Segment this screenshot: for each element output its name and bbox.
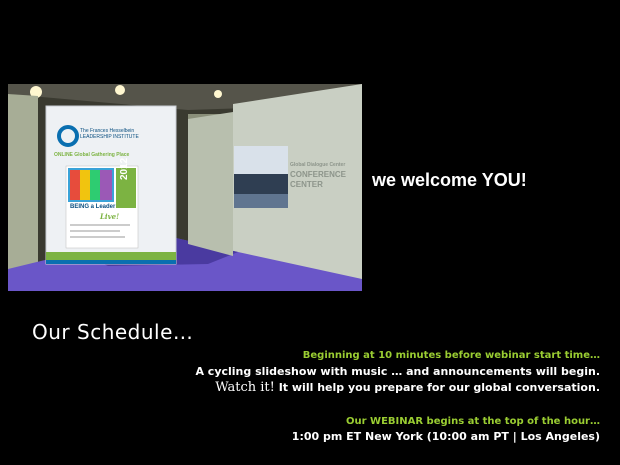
schedule-heading: Our Schedule… bbox=[32, 320, 194, 344]
banner-org-name: The Frances Hesselbein LEADERSHIP INSTIT… bbox=[80, 128, 139, 140]
book-title: BEING a Leader bbox=[70, 204, 116, 210]
schedule-line-slideshow: A cycling slideshow with music … and ann… bbox=[195, 365, 600, 378]
watch-it-text: Watch it! bbox=[215, 380, 275, 395]
wall-sign: Global Dialogue Center CONFERENCE CENTER bbox=[290, 160, 346, 190]
wall-sign-line3: CENTER bbox=[290, 180, 323, 189]
book-year: 2012 bbox=[119, 157, 130, 180]
virtual-gathering-place-image: The Frances Hesselbein LEADERSHIP INSTIT… bbox=[8, 84, 362, 291]
prepare-text: It will help you prepare for our global … bbox=[278, 381, 600, 394]
webinar-welcome-slide: The Frances Hesselbein LEADERSHIP INSTIT… bbox=[0, 0, 620, 465]
banner-org-line2: LEADERSHIP INSTITUTE bbox=[80, 134, 139, 140]
schedule-line-watch: Watch it! It will help you prepare for o… bbox=[215, 380, 600, 395]
book-subtitle: Live! bbox=[100, 212, 120, 221]
schedule-line-times: 1:00 pm ET New York (10:00 am PT | Los A… bbox=[291, 430, 600, 443]
welcome-message: we welcome YOU! bbox=[372, 170, 527, 190]
schedule-line-preshow-start: Beginning at 10 minutes before webinar s… bbox=[302, 350, 600, 361]
wall-sign-line1: Global Dialogue Center bbox=[290, 162, 346, 168]
schedule-line-webinar-start: Our WEBINAR begins at the top of the hou… bbox=[346, 416, 600, 427]
banner-tagline: ONLINE Global Gathering Place bbox=[54, 152, 130, 158]
wall-sign-line2: CONFERENCE bbox=[290, 170, 347, 179]
